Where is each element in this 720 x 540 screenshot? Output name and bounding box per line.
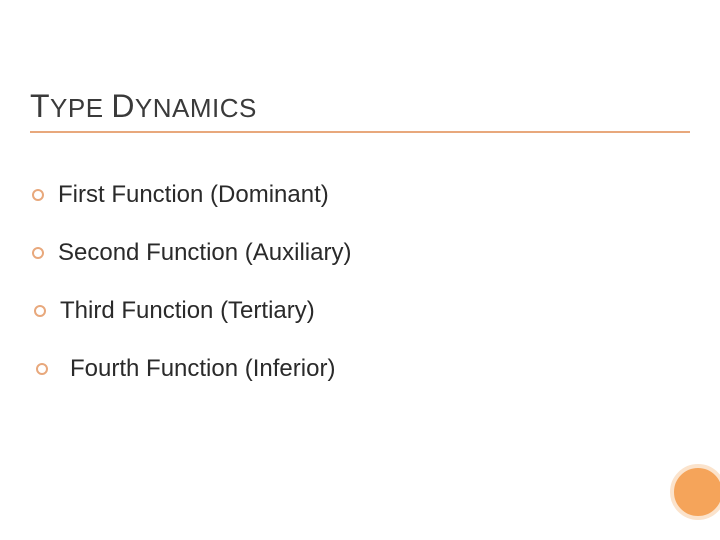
list-item: Fourth Function (Inferior) [32,355,690,383]
bullet-text: Fourth Function (Inferior) [70,355,335,383]
bullet-circle-icon [36,363,48,375]
bullet-text: Third Function (Tertiary) [60,297,315,325]
title-word1-rest: YPE [50,93,104,123]
bullet-list: First Function (Dominant) Second Functio… [30,181,690,383]
list-item: First Function (Dominant) [32,181,690,209]
title-block: TYPE DYNAMICS [30,88,690,133]
title-word2-cap: D [111,88,135,124]
bullet-text: First Function (Dominant) [58,181,329,209]
decorative-circle-icon [670,464,720,520]
slide-container: TYPE DYNAMICS First Function (Dominant) … [0,0,720,540]
bullet-circle-icon [32,247,44,259]
slide-title: TYPE DYNAMICS [30,88,690,125]
list-item: Second Function (Auxiliary) [32,239,690,267]
bullet-circle-icon [32,189,44,201]
title-underline [30,131,690,133]
list-item: Third Function (Tertiary) [32,297,690,325]
title-word1-cap: T [30,88,50,124]
title-word2-rest: YNAMICS [135,93,257,123]
bullet-text: Second Function (Auxiliary) [58,239,351,267]
bullet-circle-icon [34,305,46,317]
